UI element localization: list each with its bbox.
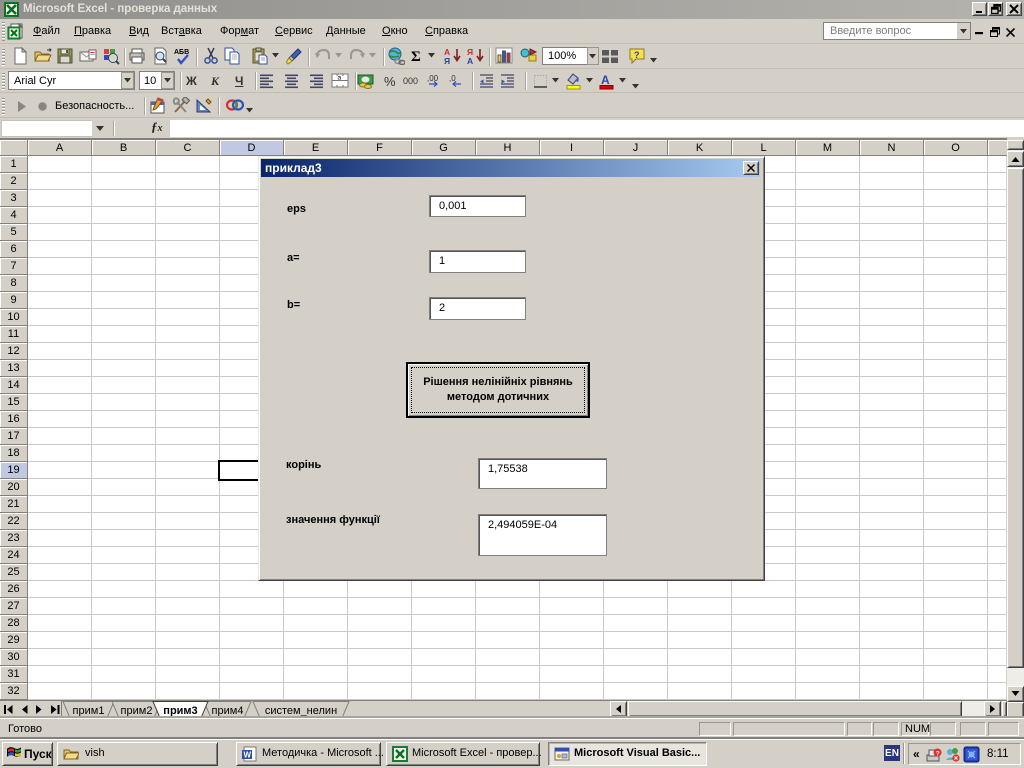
svg-text:Σ: Σ bbox=[411, 49, 421, 65]
svg-text:,00: ,00 bbox=[427, 74, 439, 83]
svg-text:прим2: прим2 bbox=[121, 705, 153, 717]
svg-text:%: % bbox=[384, 74, 396, 89]
svg-text:систем_нелин: систем_нелин bbox=[265, 705, 337, 717]
svg-text:прим1: прим1 bbox=[73, 705, 105, 717]
svg-text:?: ? bbox=[936, 750, 940, 757]
svg-text:000: 000 bbox=[403, 76, 418, 86]
svg-text:А: А bbox=[601, 73, 610, 87]
svg-text:прим3: прим3 bbox=[163, 705, 197, 717]
svg-text:прим4: прим4 bbox=[212, 705, 244, 717]
svg-text:?: ? bbox=[634, 50, 640, 60]
svg-text:Я: Я bbox=[444, 56, 450, 65]
svg-text:W: W bbox=[244, 751, 252, 760]
svg-text:a: a bbox=[338, 75, 342, 82]
svg-text:А: А bbox=[467, 56, 473, 65]
